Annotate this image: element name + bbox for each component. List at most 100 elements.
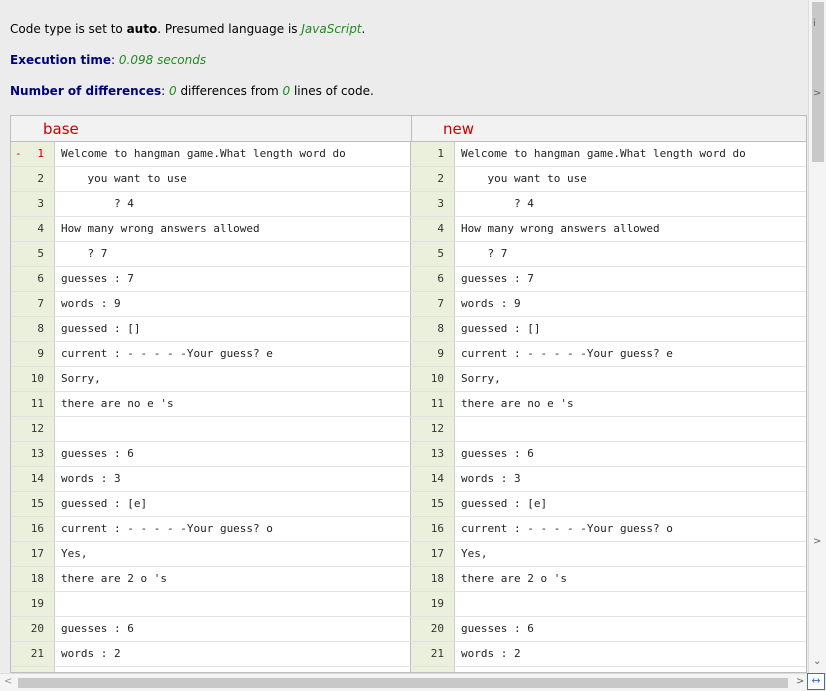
new-line-number: 8	[411, 317, 454, 341]
diff-row: 19 19	[11, 592, 806, 617]
new-code-line: words : 9	[454, 292, 806, 316]
differences-count: 0	[168, 84, 177, 98]
new-line-number: 19	[411, 592, 454, 616]
base-line-number: 8	[11, 317, 54, 341]
base-line-number-text: 2	[37, 172, 44, 185]
execution-time-colon: :	[111, 53, 119, 67]
new-code-line: guesses : 6	[454, 617, 806, 641]
base-line-number-text: 5	[37, 247, 44, 260]
base-line-number-text: 20	[30, 622, 44, 635]
new-code-line: Welcome to hangman game.What length word…	[454, 142, 806, 166]
diff-rows: -1 Welcome to hangman game.What length wo…	[11, 142, 806, 672]
base-code-line: How many wrong answers allowed	[54, 217, 411, 241]
base-line-number-text: 13	[30, 447, 44, 460]
base-code-line	[54, 592, 411, 616]
execution-time-value: 0.098 seconds	[118, 53, 207, 67]
new-line-number: 13	[411, 442, 454, 466]
new-line-number: 9	[411, 342, 454, 366]
base-line-number-text: 14	[30, 472, 44, 485]
vertical-scrollbar[interactable]: i > > ⌄	[808, 0, 826, 673]
new-code-line: Yes,	[454, 542, 806, 566]
diff-header: base new	[11, 116, 806, 142]
new-line-number: 5	[411, 242, 454, 266]
new-code-line: guessed : []	[454, 317, 806, 341]
scroll-left-arrow-icon[interactable]: <	[4, 676, 12, 687]
scroll-down-arrow-icon[interactable]: ⌄	[813, 656, 821, 667]
base-line-number-text: 15	[30, 497, 44, 510]
new-line-number: 16	[411, 517, 454, 541]
base-line-number-text: 19	[30, 597, 44, 610]
new-line-number: 21	[411, 642, 454, 666]
diff-row: 21 words : 2 21 words : 2	[11, 642, 806, 667]
differences-colon: :	[161, 84, 169, 98]
base-line-number: 11	[11, 392, 54, 416]
base-line-number-text: 6	[37, 272, 44, 285]
base-line-number-text: 17	[30, 547, 44, 560]
new-line-number: 20	[411, 617, 454, 641]
base-code-line: words : 9	[54, 292, 411, 316]
new-line-number: 18	[411, 567, 454, 591]
base-line-number: 5	[11, 242, 54, 266]
new-line-number: 7	[411, 292, 454, 316]
base-code-line: guessed : [e]	[54, 492, 411, 516]
diff-row: 9 current : - - - - -Your guess? e 9 curren…	[11, 342, 806, 367]
new-line-number: 12	[411, 417, 454, 441]
base-line-number-text: 10	[30, 372, 44, 385]
diff-row: 2 you want to use 2 you want to use	[11, 167, 806, 192]
base-code-line: guesses : 6	[54, 617, 411, 641]
scroll-chevron-icon: >	[813, 88, 822, 99]
diff-row: 8 guessed : [] 8 guessed : []	[11, 317, 806, 342]
new-line-number: 15	[411, 492, 454, 516]
base-line-number-text: 7	[37, 297, 44, 310]
base-line-number-text: 12	[30, 422, 44, 435]
base-line-number: 12	[11, 417, 54, 441]
base-column-title: base	[43, 120, 79, 138]
diff-row: 5 ? 75 ? 7	[11, 242, 806, 267]
new-code-line: guessed : [e]	[454, 492, 806, 516]
diff-row: 17 Yes, 17 Yes,	[11, 542, 806, 567]
new-code-line: current : - - - - -Your guess? o	[454, 517, 806, 541]
new-line-number: 1	[411, 142, 454, 166]
new-code-line: ? 7	[454, 242, 806, 266]
base-line-number-text: 9	[37, 347, 44, 360]
base-line-number-text: 18	[30, 572, 44, 585]
horizontal-scrollbar[interactable]: < >	[0, 673, 808, 691]
new-code-line: Sorry,	[454, 367, 806, 391]
base-code-line: ? 4	[54, 192, 411, 216]
base-code-line: current : - - - - -Your guess? o	[54, 517, 411, 541]
base-line-number: 4	[11, 217, 54, 241]
diff-table[interactable]: base new -1 Welcome to hangman game.What …	[10, 115, 807, 673]
base-line-number: 21	[11, 642, 54, 666]
language-value: JavaScript	[301, 22, 362, 36]
base-line-number-text: 4	[37, 222, 44, 235]
new-line-number: 14	[411, 467, 454, 491]
new-code-line: there are 2 o 's	[454, 567, 806, 591]
execution-time-info: Execution time: 0.098 seconds	[10, 53, 206, 67]
code-type-value: auto	[126, 22, 158, 36]
language-prefix: . Presumed language is	[157, 22, 302, 36]
scroll-chevron-icon: >	[813, 536, 822, 547]
diff-row: 18 there are 2 o 's 18 there are 2 o 's	[11, 567, 806, 592]
diff-row: 3 ? 43 ? 4	[11, 192, 806, 217]
new-code-line: words : 2	[454, 642, 806, 666]
base-line-number: 15	[11, 492, 54, 516]
new-code-line	[454, 592, 806, 616]
base-line-number-text: 3	[37, 197, 44, 210]
base-code-line: Yes,	[54, 542, 411, 566]
new-code-line: How many wrong answers allowed	[454, 217, 806, 241]
differences-info: Number of differences: 0 differences fro…	[10, 84, 374, 98]
base-line-number: 9	[11, 342, 54, 366]
horizontal-scroll-thumb[interactable]	[18, 678, 788, 688]
base-line-number-text: 11	[30, 397, 44, 410]
scroll-right-arrow-icon[interactable]: >	[796, 676, 804, 687]
new-line-number: 2	[411, 167, 454, 191]
new-line-number: 4	[411, 217, 454, 241]
diff-row: 15 guessed : [e] 15 guessed : [e]	[11, 492, 806, 517]
diff-row: 16 current : - - - - -Your guess? o 16 curr…	[11, 517, 806, 542]
base-line-number-text: 16	[30, 522, 44, 535]
base-line-number: 14	[11, 467, 54, 491]
base-line-number: 2	[11, 167, 54, 191]
diff-row: 7 words : 9 7 words : 9	[11, 292, 806, 317]
resize-toggle-icon[interactable]: ↔	[807, 673, 825, 690]
base-code-line: there are 2 o 's	[54, 567, 411, 591]
